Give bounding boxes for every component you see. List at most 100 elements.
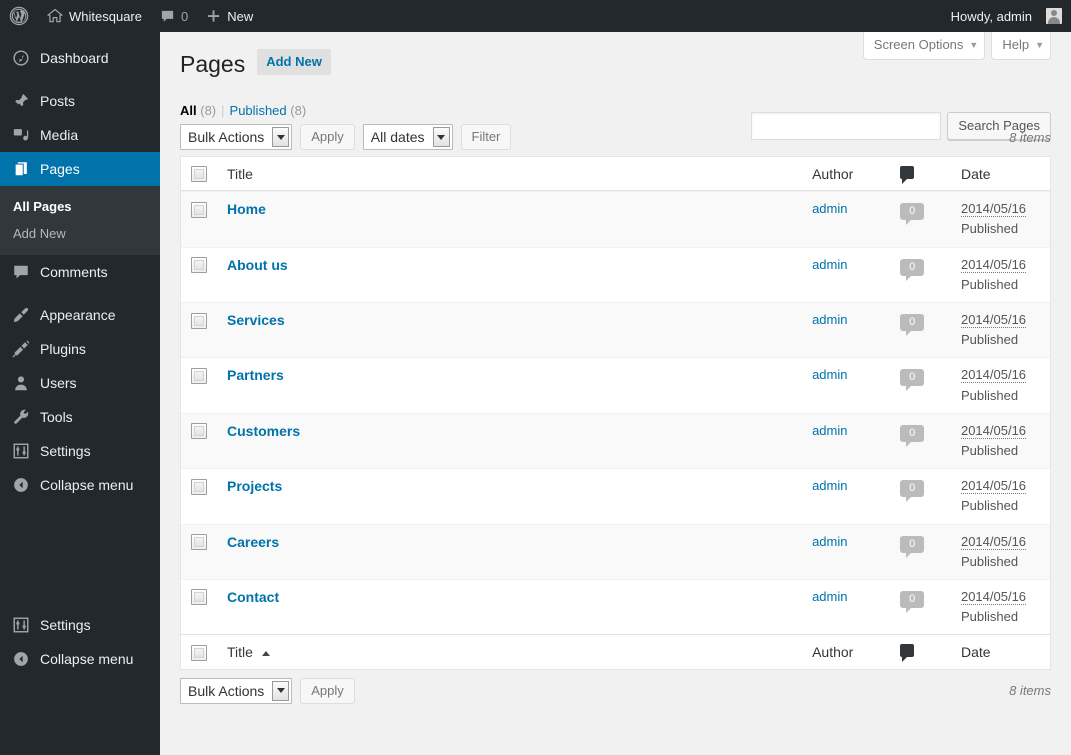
row-checkbox[interactable]: [191, 201, 207, 218]
date-filter-select[interactable]: All dates: [362, 124, 453, 150]
row-title-cell: Contact: [217, 578, 803, 634]
page-title-link[interactable]: Projects: [227, 478, 282, 494]
chevron-down-icon[interactable]: [432, 127, 450, 147]
row-checkbox[interactable]: [191, 367, 207, 384]
sidebar-item-users[interactable]: Users: [0, 366, 160, 400]
row-title-cell: Partners: [217, 357, 803, 412]
row-checkbox[interactable]: [191, 534, 207, 551]
row-date-cell: 2014/05/16 Published: [950, 357, 1050, 412]
comment-count-bubble[interactable]: 0: [900, 369, 925, 392]
row-comments-cell: 0: [890, 357, 951, 412]
collapse-icon: [11, 649, 31, 669]
column-header-comments[interactable]: [890, 157, 951, 192]
column-footer-author-label: Author: [812, 643, 854, 660]
chevron-down-icon[interactable]: [272, 127, 290, 147]
author-link[interactable]: admin: [812, 201, 847, 216]
row-checkbox[interactable]: [191, 423, 207, 440]
comment-count-bubble[interactable]: 0: [900, 203, 925, 226]
sidebar-item-comments[interactable]: Comments: [0, 255, 160, 289]
submenu-item-all-pages[interactable]: All Pages: [0, 193, 160, 220]
submenu-item-label: Add New: [13, 226, 66, 241]
media-icon: [11, 125, 31, 145]
sidebar-item-posts[interactable]: Posts: [0, 84, 160, 118]
select-all-checkbox-footer[interactable]: [191, 644, 207, 661]
help-button[interactable]: Help ▼: [991, 32, 1051, 60]
view-all-link[interactable]: All: [180, 103, 197, 118]
sidebar-item-collapse-menu-bottom[interactable]: Collapse menu: [0, 642, 160, 676]
comment-count-bubble[interactable]: 0: [900, 480, 925, 503]
screen-options-button[interactable]: Screen Options ▼: [862, 32, 986, 60]
page-title-link[interactable]: Customers: [227, 423, 300, 439]
sidebar-item-dashboard[interactable]: Dashboard: [0, 41, 160, 75]
publish-status: Published: [960, 221, 1019, 237]
author-link[interactable]: admin: [812, 257, 847, 272]
sidebar-item-settings-bottom[interactable]: Settings: [0, 608, 160, 642]
page-title-link[interactable]: Contact: [227, 589, 279, 605]
apply-button-bottom[interactable]: Apply: [300, 677, 355, 704]
sidebar-item-settings[interactable]: Settings: [0, 434, 160, 468]
sidebar-item-plugins[interactable]: Plugins: [0, 332, 160, 366]
sidebar-item-pages[interactable]: Pages: [0, 152, 168, 186]
comment-count-bubble[interactable]: 0: [900, 535, 925, 558]
column-header-author-label: Author: [812, 165, 854, 182]
view-published-link[interactable]: Published: [230, 103, 287, 118]
row-checkbox[interactable]: [191, 312, 207, 329]
settings-icon: [11, 441, 31, 461]
user-icon: [11, 373, 31, 393]
page-title-link[interactable]: Home: [227, 201, 266, 217]
row-checkbox[interactable]: [191, 478, 207, 495]
comment-count-bubble[interactable]: 0: [900, 258, 925, 281]
menu-gap: [0, 502, 160, 608]
site-name-menu[interactable]: Whitesquare: [38, 0, 151, 32]
filter-button[interactable]: Filter: [460, 124, 512, 150]
submenu-item-label: All Pages: [13, 199, 72, 214]
column-header-author[interactable]: Author: [802, 157, 891, 192]
wordpress-logo-menu[interactable]: [0, 0, 38, 32]
comment-count-bubble[interactable]: 0: [900, 314, 925, 337]
column-footer-comments[interactable]: [890, 634, 951, 669]
apply-button-top[interactable]: Apply: [300, 124, 355, 150]
row-comments-cell: 0: [890, 412, 951, 468]
row-checkbox[interactable]: [191, 589, 207, 606]
sidebar-item-tools[interactable]: Tools: [0, 400, 160, 434]
sidebar-item-collapse-menu[interactable]: Collapse menu: [0, 468, 160, 502]
author-link[interactable]: admin: [812, 423, 847, 438]
page-title-link[interactable]: Services: [227, 312, 285, 328]
column-header-title[interactable]: Title: [217, 157, 803, 192]
select-all-checkbox[interactable]: [191, 166, 207, 183]
author-link[interactable]: admin: [812, 534, 847, 549]
screen-meta-links: Screen Options ▼ Help ▼: [857, 32, 1051, 60]
chevron-down-icon[interactable]: [272, 680, 290, 701]
bulk-actions-select-top[interactable]: Bulk Actions: [180, 124, 293, 150]
author-link[interactable]: admin: [812, 367, 847, 382]
column-header-date[interactable]: Date: [950, 157, 1050, 192]
comment-count-bubble[interactable]: 0: [900, 424, 925, 447]
new-content-menu[interactable]: New: [197, 0, 262, 32]
page-title-link[interactable]: About us: [227, 257, 288, 273]
add-new-button[interactable]: Add New: [257, 49, 331, 75]
column-footer-title[interactable]: Title: [217, 634, 803, 669]
column-footer-author[interactable]: Author: [802, 634, 891, 669]
pages-submenu: All Pages Add New: [0, 186, 160, 255]
column-footer-date[interactable]: Date: [950, 634, 1050, 669]
home-icon: [47, 8, 63, 24]
bulk-actions-select-bottom[interactable]: Bulk Actions: [180, 677, 293, 704]
comment-count-bubble[interactable]: 0: [900, 590, 925, 613]
table-foot: Title Author Date: [181, 634, 1050, 669]
page-title-link[interactable]: Partners: [227, 367, 284, 383]
row-comments-cell: 0: [890, 191, 951, 246]
comment-icon: [11, 262, 31, 282]
my-account-menu[interactable]: Howdy, admin: [942, 0, 1071, 32]
comments-menu[interactable]: 0: [151, 0, 197, 32]
author-link[interactable]: admin: [812, 478, 847, 493]
row-checkbox[interactable]: [191, 257, 207, 274]
sidebar-item-media[interactable]: Media: [0, 118, 160, 152]
sidebar-item-appearance[interactable]: Appearance: [0, 298, 160, 332]
author-link[interactable]: admin: [812, 589, 847, 604]
submenu-item-add-new[interactable]: Add New: [0, 220, 160, 247]
sidebar-item-label: Pages: [40, 161, 80, 177]
comment-count-wrap: 0: [900, 200, 941, 226]
row-comments-cell: 0: [890, 578, 951, 634]
page-title-link[interactable]: Careers: [227, 534, 279, 550]
author-link[interactable]: admin: [812, 312, 847, 327]
